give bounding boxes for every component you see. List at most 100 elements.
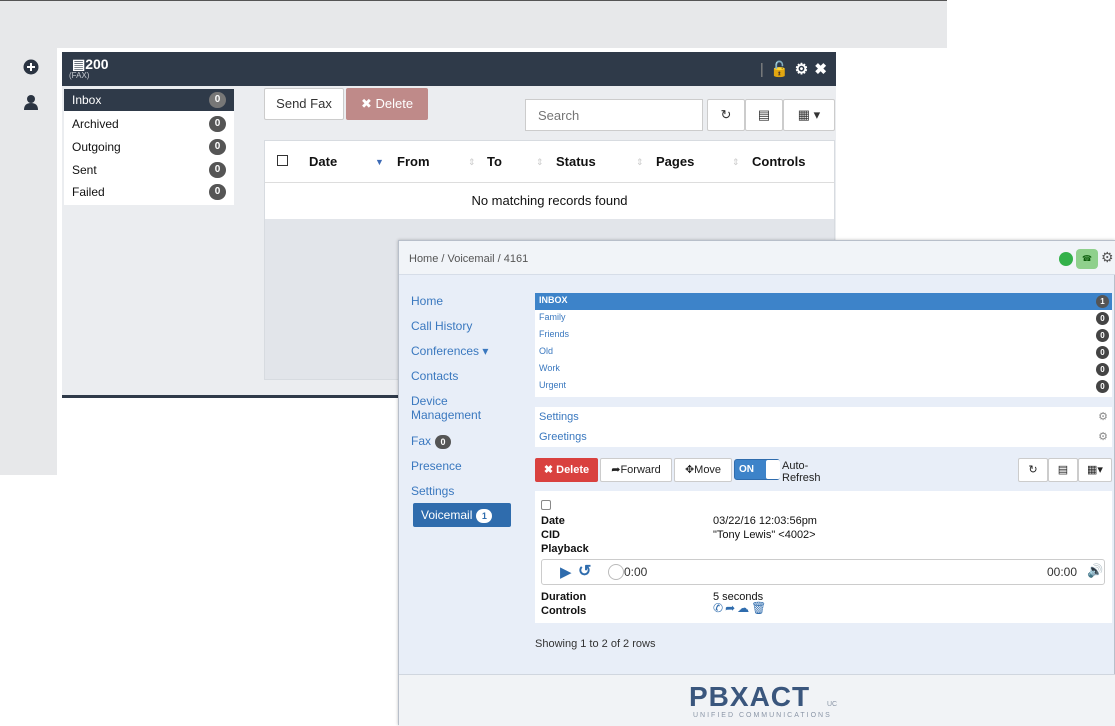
scrubber-knob[interactable] <box>608 564 624 580</box>
close-icon[interactable]: ✖ <box>814 61 828 78</box>
fax-subtitle: (FAX) <box>69 71 90 80</box>
left-rail <box>0 48 57 475</box>
nav-home[interactable]: Home <box>411 294 511 308</box>
sort-icon[interactable]: ⇕ <box>636 141 644 183</box>
grid-menu-button[interactable]: ▦ ▾ <box>783 99 835 131</box>
record-checkbox[interactable] <box>541 500 551 510</box>
count-badge: 0 <box>209 92 226 108</box>
sort-desc-icon[interactable]: ▼ <box>375 141 384 183</box>
nav-call-history[interactable]: Call History <box>411 319 511 333</box>
grid-icon: ▦ ▾ <box>797 107 821 122</box>
fax-folder-failed[interactable]: Failed 0 <box>64 181 234 203</box>
voicemail-record: Date 03/22/16 12:03:56pm CID "Tony Lewis… <box>535 491 1112 623</box>
nav-fax[interactable]: Fax 0 <box>411 434 511 449</box>
vm-folder-urgent[interactable]: Urgent 0 <box>535 378 1112 395</box>
fax-search-input[interactable] <box>525 99 703 131</box>
cid-label: CID <box>541 529 560 541</box>
total-time: 00:00 <box>1047 565 1078 579</box>
nav-device-management[interactable]: Device Management <box>411 394 511 422</box>
columns-button[interactable]: ▤ <box>1048 458 1078 482</box>
nav-presence[interactable]: Presence <box>411 459 511 473</box>
grid-icon: ▦▾ <box>1087 464 1103 476</box>
fax-folder-sent[interactable]: Sent 0 <box>64 159 234 181</box>
vm-folder-old[interactable]: Old 0 <box>535 344 1112 361</box>
fax-folder-inbox[interactable]: Inbox 0 <box>64 89 234 111</box>
cloud-download-icon[interactable]: ☁ <box>737 601 751 615</box>
vm-folder-friends[interactable]: Friends 0 <box>535 327 1112 344</box>
auto-refresh-toggle[interactable]: ON <box>734 459 780 480</box>
count-badge: 0 <box>1096 363 1109 376</box>
lock-icon[interactable]: 🔓 <box>770 61 790 78</box>
fax-folder-outgoing[interactable]: Outgoing 0 <box>64 136 234 158</box>
volume-icon[interactable]: 🔊 <box>1087 563 1103 579</box>
vm-folder-inbox[interactable]: INBOX 1 <box>535 293 1112 310</box>
add-circle-icon[interactable] <box>23 59 39 75</box>
vm-delete-button[interactable]: ✖ Delete <box>535 458 598 482</box>
column-header-to[interactable]: To <box>487 141 502 183</box>
presence-status-icon <box>1059 252 1073 266</box>
select-all-checkbox[interactable] <box>277 155 288 166</box>
columns-button[interactable]: ▤ <box>745 99 783 131</box>
count-badge: 0 <box>209 184 226 200</box>
column-header-date[interactable]: Date <box>309 141 337 183</box>
gear-icon[interactable]: ⚙ <box>1101 249 1114 266</box>
column-header-pages[interactable]: Pages <box>656 141 694 183</box>
list-icon: ▤ <box>1057 464 1069 476</box>
breadcrumb[interactable]: Home / Voicemail / 4161 <box>399 241 1115 275</box>
empty-message: No matching records found <box>265 183 834 219</box>
x-icon: ✖ <box>360 96 376 111</box>
sort-icon[interactable]: ⇕ <box>536 141 544 183</box>
date-value: 03/22/16 12:03:56pm <box>713 515 817 527</box>
count-badge: 0 <box>1096 346 1109 359</box>
date-label: Date <box>541 515 565 527</box>
list-icon: ▤ <box>757 107 771 122</box>
footer: PBXACT UC UNIFIED COMMUNICATIONS <box>399 674 1115 726</box>
trash-icon[interactable]: 🗑 <box>751 601 768 615</box>
sort-icon[interactable]: ⇕ <box>468 141 476 183</box>
count-badge: 0 <box>209 162 226 178</box>
vm-folder-work[interactable]: Work 0 <box>535 361 1112 378</box>
sort-icon[interactable]: ⇕ <box>732 141 740 183</box>
fax-delete-button[interactable]: ✖ Delete <box>346 88 428 120</box>
nav-conferences[interactable]: Conferences ▾ <box>411 344 511 358</box>
vm-forward-button[interactable]: ➦Forward <box>600 458 672 482</box>
avatar[interactable]: ☎ <box>1076 249 1098 269</box>
pagination-summary: Showing 1 to 2 of 2 rows <box>535 638 656 650</box>
nav-contacts[interactable]: Contacts <box>411 369 511 383</box>
refresh-button[interactable]: ↻ <box>1018 458 1048 482</box>
play-icon[interactable]: ▶ <box>560 563 572 581</box>
count-badge: 0 <box>1096 380 1109 393</box>
user-icon[interactable] <box>23 94 39 110</box>
fax-header: ▤200 (FAX) | 🔓 ⚙ ✖ <box>62 52 836 86</box>
current-time: 0:00 <box>624 565 648 579</box>
record-controls: ✆➦☁🗑 <box>713 601 768 615</box>
nav-settings[interactable]: Settings <box>411 484 511 498</box>
toggle-knob <box>766 460 780 479</box>
gear-icon[interactable]: ⚙ <box>1098 430 1108 443</box>
vm-settings-link[interactable]: Settings <box>539 411 579 423</box>
phone-icon[interactable]: ✆ <box>713 601 725 615</box>
column-header-status[interactable]: Status <box>556 141 596 183</box>
share-icon[interactable]: ➦ <box>725 601 737 615</box>
nav-voicemail[interactable]: Voicemail 1 <box>413 503 511 527</box>
fax-table-header: Date ▼ From ⇕ To ⇕ Status ⇕ Pages ⇕ Cont… <box>265 141 834 183</box>
vm-greetings-link[interactable]: Greetings <box>539 431 587 443</box>
replay-icon[interactable]: ↺ <box>578 561 591 581</box>
send-fax-button[interactable]: Send Fax <box>264 88 344 120</box>
gear-icon[interactable]: ⚙ <box>795 61 809 78</box>
count-badge: 0 <box>209 139 226 155</box>
gear-icon[interactable]: ⚙ <box>1098 410 1108 423</box>
count-badge: 1 <box>476 508 493 523</box>
voicemail-settings-list: Settings ⚙ Greetings ⚙ <box>535 407 1112 447</box>
vm-folder-family[interactable]: Family 0 <box>535 310 1112 327</box>
fax-document-icon: ▤ <box>72 56 86 72</box>
divider: | <box>759 61 765 78</box>
column-header-from[interactable]: From <box>397 141 430 183</box>
count-badge: 0 <box>435 434 452 449</box>
vm-move-button[interactable]: ✥Move <box>674 458 732 482</box>
fax-folder-archived[interactable]: Archived 0 <box>64 113 234 135</box>
column-header-controls: Controls <box>752 154 806 169</box>
refresh-button[interactable]: ↻ <box>707 99 745 131</box>
count-badge: 0 <box>1096 329 1109 342</box>
grid-menu-button[interactable]: ▦▾ <box>1078 458 1112 482</box>
